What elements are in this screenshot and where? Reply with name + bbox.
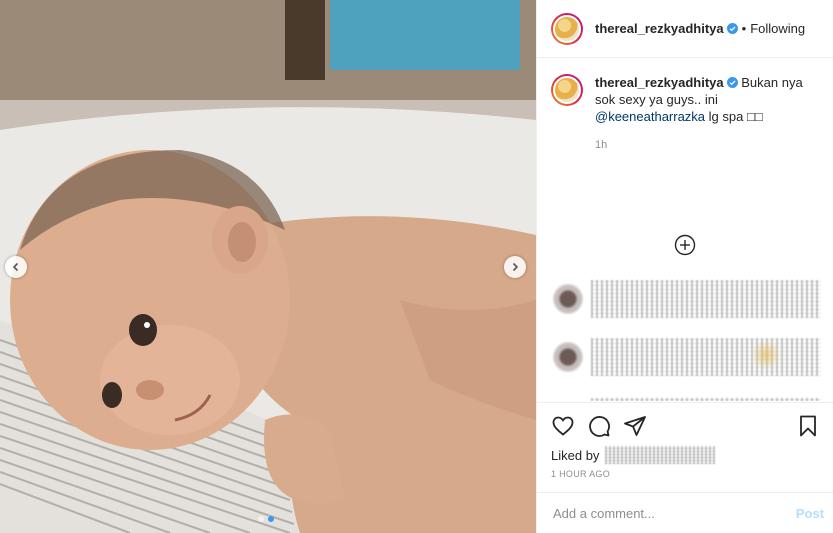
bookmark-icon: [800, 415, 816, 437]
post-timestamp: 1 HOUR AGO: [551, 469, 611, 479]
next-image-button[interactable]: [504, 256, 526, 278]
caption-username[interactable]: thereal_rezkyadhitya: [595, 75, 724, 90]
blurred-comment: [551, 334, 821, 380]
separator-dot: •: [741, 21, 747, 36]
like-button[interactable]: [551, 414, 575, 438]
caption-timestamp: 1h: [595, 139, 608, 151]
caption-text-end: lg spa □□: [708, 109, 763, 124]
post-details-panel: thereal_rezkyadhitya • Following thereal…: [536, 0, 833, 533]
comment-input[interactable]: [553, 505, 796, 521]
following-button[interactable]: Following: [750, 21, 805, 36]
blurred-liker-names: [605, 446, 716, 464]
heart-icon: [552, 416, 574, 436]
share-button[interactable]: [623, 414, 647, 438]
comment-composer: Post: [537, 492, 833, 533]
mention-link[interactable]: @keeneatharrazka: [595, 109, 705, 124]
avatar[interactable]: [551, 12, 583, 45]
caption: thereal_rezkyadhitya Bukan nya sok sexy …: [551, 74, 819, 125]
carousel-dot: [258, 516, 264, 522]
plus-circle-icon[interactable]: [674, 234, 696, 256]
post-comment-button[interactable]: Post: [796, 506, 824, 521]
carousel-dot-active: [268, 516, 274, 522]
blurred-comment: [551, 276, 821, 322]
comment-button[interactable]: [587, 414, 611, 438]
verified-badge-icon: [726, 77, 738, 88]
verified-badge-icon: [726, 23, 738, 34]
post-image[interactable]: [0, 0, 536, 533]
baby-photo: [0, 0, 536, 533]
carousel-indicator: [258, 516, 274, 522]
caption-avatar[interactable]: [551, 74, 583, 106]
post-header: thereal_rezkyadhitya • Following: [537, 0, 833, 58]
caption-text: thereal_rezkyadhitya Bukan nya sok sexy …: [595, 74, 819, 125]
likes-summary[interactable]: Liked by: [551, 445, 820, 465]
paper-plane-icon: [624, 416, 646, 436]
comments-section: thereal_rezkyadhitya Bukan nya sok sexy …: [537, 58, 833, 401]
chevron-left-icon: [12, 262, 19, 272]
post-actions: Liked by 1 HOUR AGO: [537, 402, 833, 479]
chevron-right-icon: [512, 262, 519, 272]
save-button[interactable]: [796, 414, 820, 438]
blurred-comment: [551, 394, 821, 401]
author-username[interactable]: thereal_rezkyadhitya: [595, 21, 724, 36]
liked-by-label: Liked by: [551, 447, 600, 463]
action-bar: [551, 413, 820, 439]
previous-image-button[interactable]: [5, 256, 27, 278]
comment-icon: [589, 416, 610, 437]
